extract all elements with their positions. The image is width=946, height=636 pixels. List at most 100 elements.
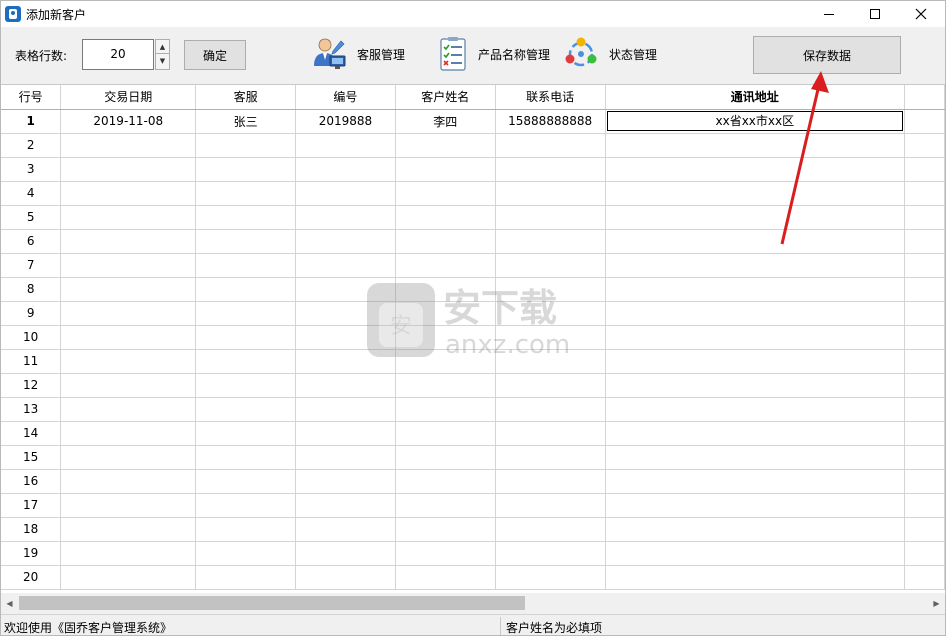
- cell-date[interactable]: [60, 157, 197, 182]
- cell-customer[interactable]: 李四: [395, 109, 496, 134]
- table-row[interactable]: 2: [1, 133, 945, 158]
- spin-up-icon[interactable]: ▲: [156, 40, 169, 54]
- cell-code[interactable]: [295, 229, 396, 254]
- row-number[interactable]: 18: [1, 517, 62, 542]
- table-row[interactable]: 14: [1, 421, 945, 446]
- row-number[interactable]: 17: [1, 493, 62, 518]
- cell-customer[interactable]: [395, 541, 496, 566]
- row-number[interactable]: 14: [1, 421, 62, 446]
- cell-code[interactable]: [295, 469, 396, 494]
- row-number[interactable]: 6: [1, 229, 62, 254]
- customer-grid[interactable]: 行号 交易日期 客服 编号 客户姓名 联系电话 通讯地址 1 2019-11-0…: [1, 84, 945, 593]
- row-number[interactable]: 4: [1, 181, 62, 206]
- cell-address[interactable]: [605, 157, 906, 182]
- cell-address[interactable]: [605, 517, 906, 542]
- cell-date[interactable]: [60, 325, 197, 350]
- scroll-left-icon[interactable]: ◀: [1, 593, 18, 613]
- cell-code[interactable]: [295, 205, 396, 230]
- cell-service[interactable]: [195, 469, 296, 494]
- column-header-row-no[interactable]: 行号: [1, 85, 62, 110]
- cell-phone[interactable]: [495, 325, 606, 350]
- cell-address-editor[interactable]: xx省xx市xx区: [606, 111, 904, 131]
- cell-code[interactable]: [295, 397, 396, 422]
- cell-customer[interactable]: [395, 253, 496, 278]
- cell-code[interactable]: [295, 181, 396, 206]
- cell-customer[interactable]: [395, 469, 496, 494]
- cell-code[interactable]: [295, 373, 396, 398]
- cell-customer[interactable]: [395, 157, 496, 182]
- cell-phone[interactable]: [495, 253, 606, 278]
- cell-address[interactable]: [605, 229, 906, 254]
- cell-date[interactable]: [60, 421, 197, 446]
- cell-code[interactable]: [295, 421, 396, 446]
- cell-code[interactable]: [295, 157, 396, 182]
- table-row[interactable]: 12: [1, 373, 945, 398]
- cell-customer[interactable]: [395, 301, 496, 326]
- cell-date[interactable]: [60, 181, 197, 206]
- cell-date[interactable]: [60, 397, 197, 422]
- cell-date[interactable]: [60, 565, 197, 590]
- cell-address[interactable]: [605, 181, 906, 206]
- table-row[interactable]: 15: [1, 445, 945, 470]
- row-number[interactable]: 20: [1, 565, 62, 590]
- cell-date[interactable]: [60, 277, 197, 302]
- cell-address[interactable]: [605, 301, 906, 326]
- cell-customer[interactable]: [395, 445, 496, 470]
- cell-service[interactable]: [195, 373, 296, 398]
- cell-service[interactable]: [195, 325, 296, 350]
- cell-date[interactable]: [60, 205, 197, 230]
- cell-customer[interactable]: [395, 373, 496, 398]
- cell-service[interactable]: 张三: [195, 109, 296, 134]
- cell-address[interactable]: [605, 373, 906, 398]
- cell-service[interactable]: [195, 253, 296, 278]
- cell-code[interactable]: [295, 493, 396, 518]
- minimize-button[interactable]: [806, 1, 852, 27]
- column-header-phone[interactable]: 联系电话: [495, 85, 606, 110]
- cell-code[interactable]: [295, 133, 396, 158]
- cell-date[interactable]: [60, 469, 197, 494]
- table-row[interactable]: 20: [1, 565, 945, 590]
- cell-code[interactable]: [295, 277, 396, 302]
- cell-customer[interactable]: [395, 493, 496, 518]
- row-number[interactable]: 13: [1, 397, 62, 422]
- table-row[interactable]: 1 2019-11-08 张三 2019888 李四 15888888888 x…: [1, 109, 945, 134]
- close-button[interactable]: [898, 1, 944, 27]
- cell-customer[interactable]: [395, 229, 496, 254]
- cell-date[interactable]: [60, 517, 197, 542]
- cell-address[interactable]: [605, 541, 906, 566]
- cell-code[interactable]: [295, 301, 396, 326]
- row-number[interactable]: 1: [1, 109, 62, 134]
- cell-address[interactable]: [605, 445, 906, 470]
- cell-phone[interactable]: [495, 397, 606, 422]
- column-header-date[interactable]: 交易日期: [60, 85, 197, 110]
- cell-address[interactable]: [605, 469, 906, 494]
- cell-date[interactable]: [60, 229, 197, 254]
- cell-phone[interactable]: [495, 373, 606, 398]
- row-number[interactable]: 8: [1, 277, 62, 302]
- cell-phone[interactable]: [495, 157, 606, 182]
- cell-service[interactable]: [195, 181, 296, 206]
- row-number[interactable]: 15: [1, 445, 62, 470]
- cell-customer[interactable]: [395, 397, 496, 422]
- scrollbar-thumb[interactable]: [19, 596, 525, 610]
- cell-service[interactable]: [195, 493, 296, 518]
- table-row[interactable]: 19: [1, 541, 945, 566]
- cell-address[interactable]: [605, 565, 906, 590]
- cell-address[interactable]: [605, 325, 906, 350]
- cell-date[interactable]: [60, 445, 197, 470]
- cell-customer[interactable]: [395, 349, 496, 374]
- column-header-service[interactable]: 客服: [195, 85, 296, 110]
- cell-phone[interactable]: [495, 445, 606, 470]
- cell-service[interactable]: [195, 565, 296, 590]
- cell-service[interactable]: [195, 205, 296, 230]
- cell-phone[interactable]: [495, 229, 606, 254]
- cell-service[interactable]: [195, 349, 296, 374]
- cell-date[interactable]: [60, 373, 197, 398]
- cell-date[interactable]: [60, 493, 197, 518]
- cell-address[interactable]: [605, 253, 906, 278]
- cell-customer[interactable]: [395, 565, 496, 590]
- cell-phone[interactable]: [495, 133, 606, 158]
- cell-customer[interactable]: [395, 133, 496, 158]
- status-management-button[interactable]: 状态管理: [563, 36, 657, 72]
- cell-code[interactable]: [295, 565, 396, 590]
